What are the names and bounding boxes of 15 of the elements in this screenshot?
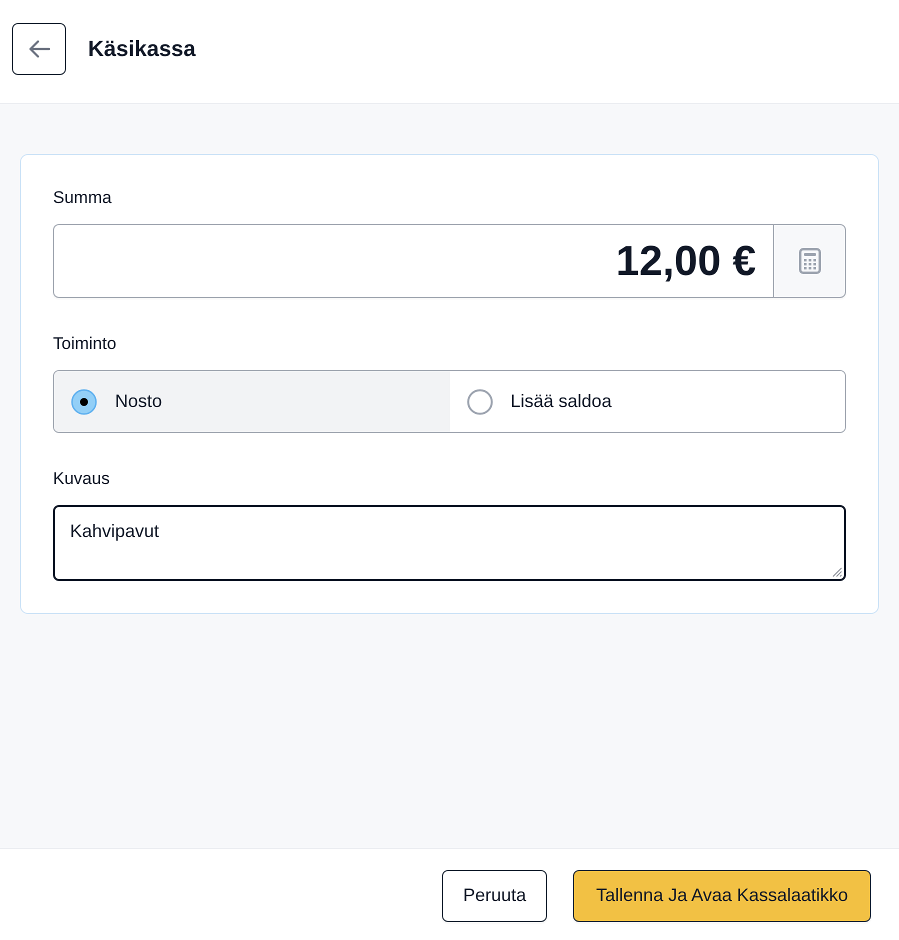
amount-field[interactable]: 12,00 € bbox=[53, 224, 773, 298]
calculator-icon bbox=[798, 248, 820, 274]
description-field[interactable]: Kahvipavut bbox=[53, 505, 846, 581]
back-button[interactable] bbox=[12, 22, 66, 74]
arrow-left-icon bbox=[28, 40, 50, 58]
resize-handle-icon[interactable] bbox=[832, 567, 842, 577]
field-label: Toiminto bbox=[53, 333, 118, 355]
radio-option[interactable]: Lisää saldoa bbox=[450, 371, 845, 432]
field-label: Kuvaus bbox=[53, 468, 111, 490]
save-button[interactable]: Tallenna Ja Avaa Kassalaatikko bbox=[573, 870, 871, 922]
radio-option[interactable]: Nosto bbox=[54, 371, 450, 432]
cancel-button[interactable]: Peruuta bbox=[442, 870, 548, 922]
calculator-button[interactable] bbox=[773, 224, 846, 298]
field-label: Summa bbox=[53, 187, 113, 209]
page-title: Käsikassa bbox=[88, 36, 196, 62]
